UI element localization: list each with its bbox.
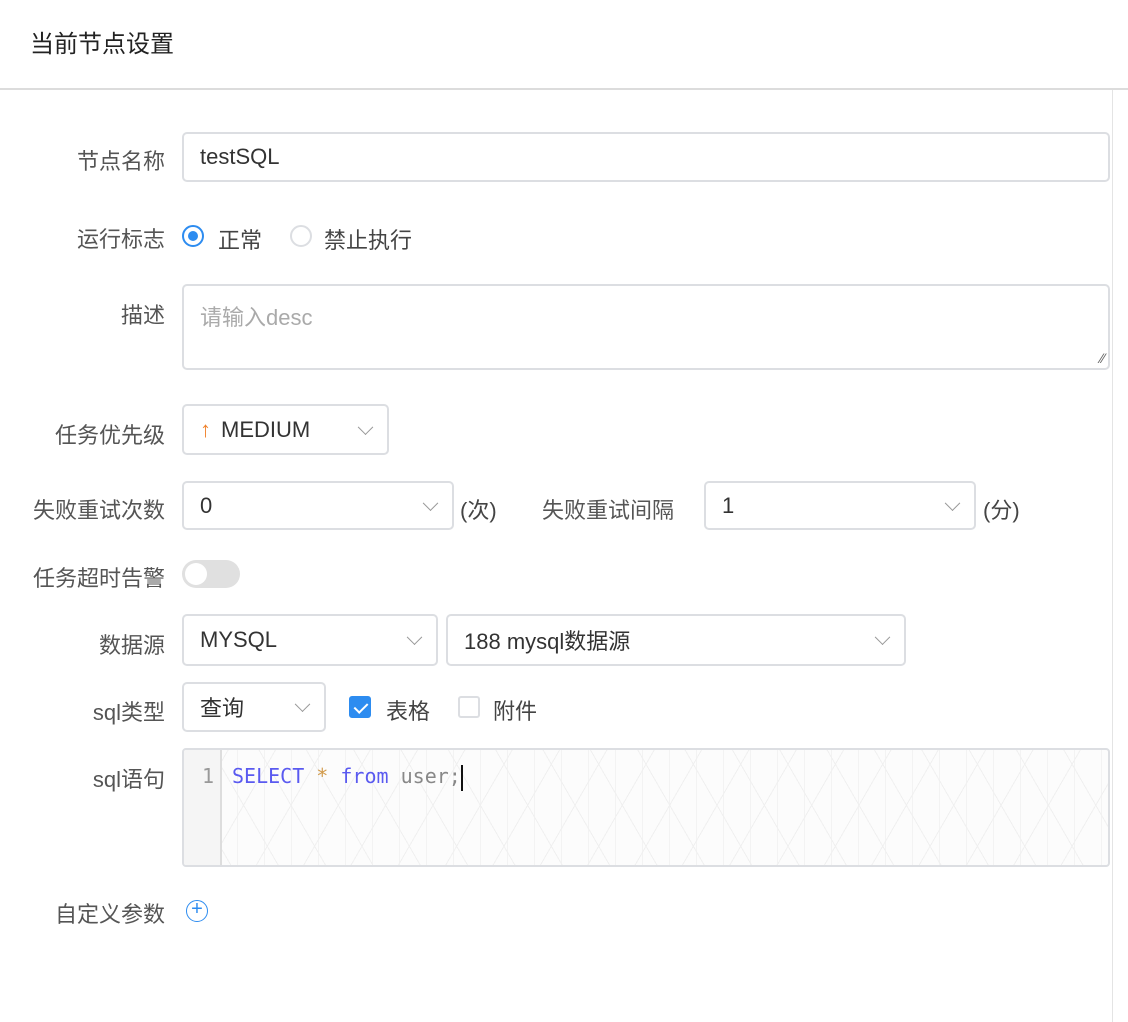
datasource-select[interactable]: 188 mysql数据源: [446, 614, 906, 666]
retry-interval-unit: (分): [983, 498, 1020, 523]
node-name-label: 节点名称: [76, 149, 165, 174]
retry-interval-label: 失败重试间隔: [542, 498, 675, 523]
radio-forbid[interactable]: [290, 225, 312, 247]
radio-forbid-label[interactable]: 禁止执行: [324, 223, 412, 255]
desc-textarea[interactable]: 请输入desc ⁄⁄: [182, 284, 1110, 370]
datasource-type-value: MYSQL: [200, 627, 278, 652]
chevron-down-icon: [357, 418, 374, 435]
radio-normal[interactable]: [182, 225, 204, 247]
page-title: 当前节点设置: [30, 31, 174, 58]
sql-type-value: 查询: [200, 696, 245, 721]
resize-handle-icon[interactable]: ⁄⁄: [1100, 350, 1105, 366]
retry-times-value: 0: [200, 492, 213, 518]
sql-label: sql语句: [92, 767, 165, 792]
custom-params-label: 自定义参数: [54, 902, 165, 927]
sql-type-label: sql类型: [92, 700, 165, 725]
sql-editor[interactable]: 1 SELECT * from user;: [182, 748, 1110, 867]
line-number-gutter: 1: [184, 750, 222, 865]
sql-operator: *: [316, 764, 329, 788]
datasource-type-select[interactable]: MYSQL: [182, 614, 438, 666]
chevron-down-icon: [944, 494, 961, 511]
sql-code[interactable]: SELECT * from user;: [232, 764, 463, 791]
node-name-value: testSQL: [200, 144, 280, 169]
retry-times-select[interactable]: 0: [182, 481, 454, 530]
toggle-knob: [185, 563, 207, 585]
node-name-input[interactable]: testSQL: [182, 132, 1110, 182]
retry-interval-select[interactable]: 1: [704, 481, 976, 530]
arrow-up-icon: ↑: [200, 416, 211, 442]
scrollbar[interactable]: [1112, 90, 1128, 1022]
chevron-down-icon: [406, 629, 423, 646]
radio-normal-label[interactable]: 正常: [218, 223, 262, 255]
chevron-down-icon: [422, 494, 439, 511]
sql-keyword: from: [340, 764, 389, 788]
checkbox-table[interactable]: [349, 696, 371, 718]
datasource-value: 188 mysql数据源: [464, 629, 631, 654]
timeout-alarm-toggle[interactable]: [182, 560, 240, 588]
retry-times-label: 失败重试次数: [32, 498, 165, 523]
checkbox-table-label[interactable]: 表格: [386, 694, 430, 726]
sql-identifier: user;: [400, 764, 461, 788]
sql-type-select[interactable]: 查询: [182, 682, 326, 732]
panel-header: 当前节点设置: [0, 0, 1128, 90]
priority-select[interactable]: ↑ MEDIUM: [182, 404, 389, 455]
datasource-label: 数据源: [98, 633, 165, 658]
timeout-alarm-label: 任务超时告警: [32, 566, 165, 591]
retry-interval-value: 1: [722, 492, 735, 518]
run-flag-label: 运行标志: [76, 227, 165, 252]
desc-label: 描述: [120, 303, 165, 328]
text-cursor: [460, 764, 463, 791]
priority-value: MEDIUM: [221, 416, 311, 442]
priority-label: 任务优先级: [54, 423, 165, 448]
checkbox-attachment-label[interactable]: 附件: [493, 694, 537, 726]
checkbox-attachment[interactable]: [458, 696, 480, 718]
chevron-down-icon: [874, 629, 891, 646]
sql-keyword: SELECT: [232, 764, 305, 788]
chevron-down-icon: [294, 696, 311, 713]
retry-times-unit: (次): [460, 498, 497, 523]
desc-placeholder: 请输入desc: [200, 305, 313, 330]
add-param-plus-icon[interactable]: +: [186, 899, 208, 922]
